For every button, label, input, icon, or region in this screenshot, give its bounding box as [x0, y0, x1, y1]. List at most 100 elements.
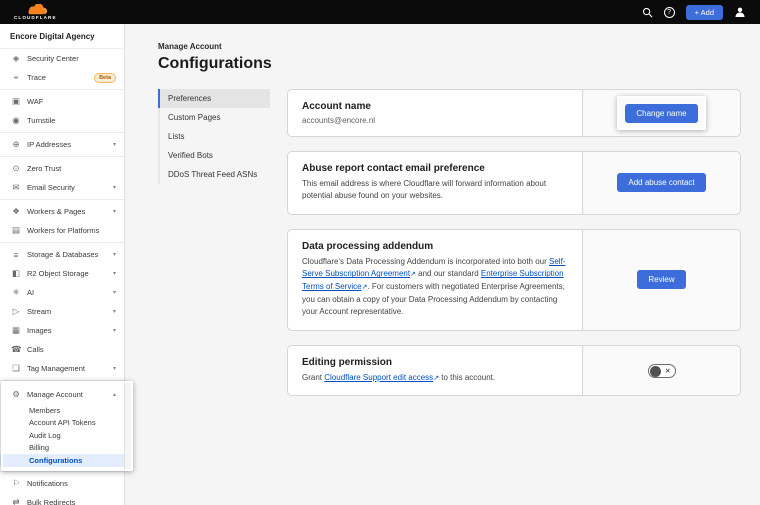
change-name-button[interactable]: Change name — [625, 104, 697, 123]
workers-platforms-icon: ▤ — [11, 225, 21, 236]
sidebar-item-calls[interactable]: ☎ Calls — [0, 340, 124, 359]
tab-verified-bots[interactable]: Verified Bots — [158, 146, 270, 165]
sidebar-divider — [0, 156, 124, 157]
sidebar-item-zero-trust[interactable]: ⊙ Zero Trust — [0, 159, 124, 178]
tag-management-icon: ❑ — [11, 363, 21, 374]
tab-custom-pages[interactable]: Custom Pages — [158, 108, 270, 127]
help-icon[interactable]: ? — [664, 7, 675, 18]
add-button[interactable]: + Add — [686, 5, 723, 20]
cloudflare-logo[interactable]: CLOUDFLARE — [14, 4, 57, 21]
sidebar-item-label: R2 Object Storage — [27, 269, 107, 278]
data-processing-addendum-card: Data processing addendum Cloudflare's Da… — [287, 229, 741, 331]
security-center-icon: ◈ — [11, 53, 21, 64]
bulk-redirects-icon: ⇄ — [11, 497, 21, 505]
manage-account-group-highlight: ⚙ Manage Account ▴ Members Account API T… — [0, 383, 124, 469]
chevron-down-icon: ▾ — [113, 365, 116, 372]
sidebar-item-stream[interactable]: ▷ Stream ▾ — [0, 302, 124, 321]
sidebar-item-waf[interactable]: ▣ WAF — [0, 92, 124, 111]
header-actions: ? + Add — [642, 5, 746, 20]
card-main: Abuse report contact email preference Th… — [288, 152, 582, 214]
tab-lists[interactable]: Lists — [158, 127, 270, 146]
zero-trust-icon: ⊙ — [11, 163, 21, 174]
sidebar-divider — [0, 471, 124, 472]
dpa-text: and our standard — [416, 269, 481, 278]
card-title: Account name — [302, 101, 568, 112]
chevron-down-icon: ▾ — [113, 270, 116, 277]
sidebar-item-label: Storage & Databases — [27, 250, 107, 259]
account-email-value: accounts@encore.nl — [302, 116, 568, 125]
editing-text: to this account. — [439, 373, 495, 382]
sidebar-item-label: Workers & Pages — [27, 207, 107, 216]
sidebar-item-turnstile[interactable]: ◉ Turnstile — [0, 111, 124, 130]
sidebar-item-workers-for-platforms[interactable]: ▤ Workers for Platforms — [0, 221, 124, 240]
waf-shield-icon: ▣ — [11, 96, 21, 107]
sidebar-item-label: Members — [29, 406, 60, 415]
beta-badge: Beta — [94, 73, 116, 83]
sidebar-item-workers-pages[interactable]: ❖ Workers & Pages ▾ — [0, 202, 124, 221]
toggle-off-icon: ✕ — [665, 367, 670, 375]
sidebar-item-label: Account API Tokens — [29, 418, 96, 427]
sidebar-item-configurations[interactable]: Configurations — [0, 454, 124, 467]
sidebar-item-tag-management[interactable]: ❑ Tag Management ▾ — [0, 359, 124, 378]
add-abuse-contact-button[interactable]: Add abuse contact — [617, 173, 705, 192]
chevron-down-icon: ▾ — [113, 141, 116, 148]
sidebar-item-ip-addresses[interactable]: ⊕ IP Addresses ▾ — [0, 135, 124, 154]
sidebar-item-images[interactable]: ▦ Images ▾ — [0, 321, 124, 340]
sidebar-divider — [0, 380, 124, 381]
tab-preferences[interactable]: Preferences — [158, 89, 270, 108]
sidebar-item-notifications[interactable]: ⚐ Notifications — [0, 474, 124, 493]
sidebar-item-label: Email Security — [27, 183, 107, 192]
card-title: Abuse report contact email preference — [302, 163, 568, 174]
images-icon: ▦ — [11, 325, 21, 336]
change-name-highlight: Change name — [625, 103, 697, 123]
turnstile-icon: ◉ — [11, 115, 21, 126]
cloudflare-support-edit-access-link[interactable]: Cloudflare Support edit access — [324, 373, 433, 382]
sidebar-item-ai[interactable]: ✳ AI ▾ — [0, 283, 124, 302]
chevron-up-icon: ▴ — [113, 391, 116, 398]
sidebar-item-audit-log[interactable]: Audit Log — [0, 429, 124, 442]
sidebar-divider — [0, 199, 124, 200]
tab-ddos-threat-feed-asns[interactable]: DDoS Threat Feed ASNs — [158, 165, 270, 184]
top-header-bar: CLOUDFLARE ? + Add — [0, 0, 760, 24]
editing-text: Grant — [302, 373, 324, 382]
breadcrumb: Manage Account — [158, 42, 741, 51]
stream-icon: ▷ — [11, 306, 21, 317]
sidebar-item-label: Security Center — [27, 54, 116, 63]
chevron-down-icon: ▾ — [113, 289, 116, 296]
sidebar-item-label: Tag Management — [27, 364, 107, 373]
chevron-down-icon: ▾ — [113, 308, 116, 315]
sidebar-item-bulk-redirects[interactable]: ⇄ Bulk Redirects — [0, 493, 124, 505]
sidebar-item-account-api-tokens[interactable]: Account API Tokens — [0, 417, 124, 430]
sidebar-item-email-security[interactable]: ✉ Email Security ▾ — [0, 178, 124, 197]
sidebar-item-label: Stream — [27, 307, 107, 316]
sidebar-item-members[interactable]: Members — [0, 404, 124, 417]
search-icon[interactable] — [642, 7, 653, 18]
card-main: Account name accounts@encore.nl — [288, 90, 582, 136]
r2-storage-icon: ◧ — [11, 268, 21, 279]
sidebar-item-label: Images — [27, 326, 107, 335]
sidebar-item-manage-account[interactable]: ⚙ Manage Account ▴ — [0, 385, 124, 404]
sidebar-item-trace[interactable]: ⌖ Trace Beta — [0, 68, 124, 87]
sidebar-item-billing[interactable]: Billing — [0, 442, 124, 455]
gear-icon: ⚙ — [11, 389, 21, 400]
editing-permission-toggle[interactable]: ✕ — [648, 364, 676, 378]
profile-icon[interactable] — [734, 6, 746, 18]
sidebar-item-label: Bulk Redirects — [27, 498, 116, 505]
abuse-contact-card: Abuse report contact email preference Th… — [287, 151, 741, 215]
sidebar-divider — [0, 242, 124, 243]
card-title: Editing permission — [302, 357, 568, 368]
toggle-knob — [650, 366, 661, 377]
ai-icon: ✳ — [11, 287, 21, 298]
configurations-subnav: Preferences Custom Pages Lists Verified … — [158, 89, 270, 184]
sidebar-item-label: Notifications — [27, 479, 116, 488]
sidebar-item-storage-databases[interactable]: ≡ Storage & Databases ▾ — [0, 245, 124, 264]
review-button[interactable]: Review — [637, 270, 685, 289]
sidebar-item-label: Manage Account — [27, 390, 107, 399]
workers-pages-icon: ❖ — [11, 206, 21, 217]
sidebar-item-security-center[interactable]: ◈ Security Center — [0, 49, 124, 68]
sidebar-item-r2-object-storage[interactable]: ◧ R2 Object Storage ▾ — [0, 264, 124, 283]
trace-icon: ⌖ — [11, 72, 21, 83]
card-action-panel: Add abuse contact — [582, 152, 740, 214]
page-title: Configurations — [158, 55, 741, 73]
sidebar-item-label: Calls — [27, 345, 116, 354]
